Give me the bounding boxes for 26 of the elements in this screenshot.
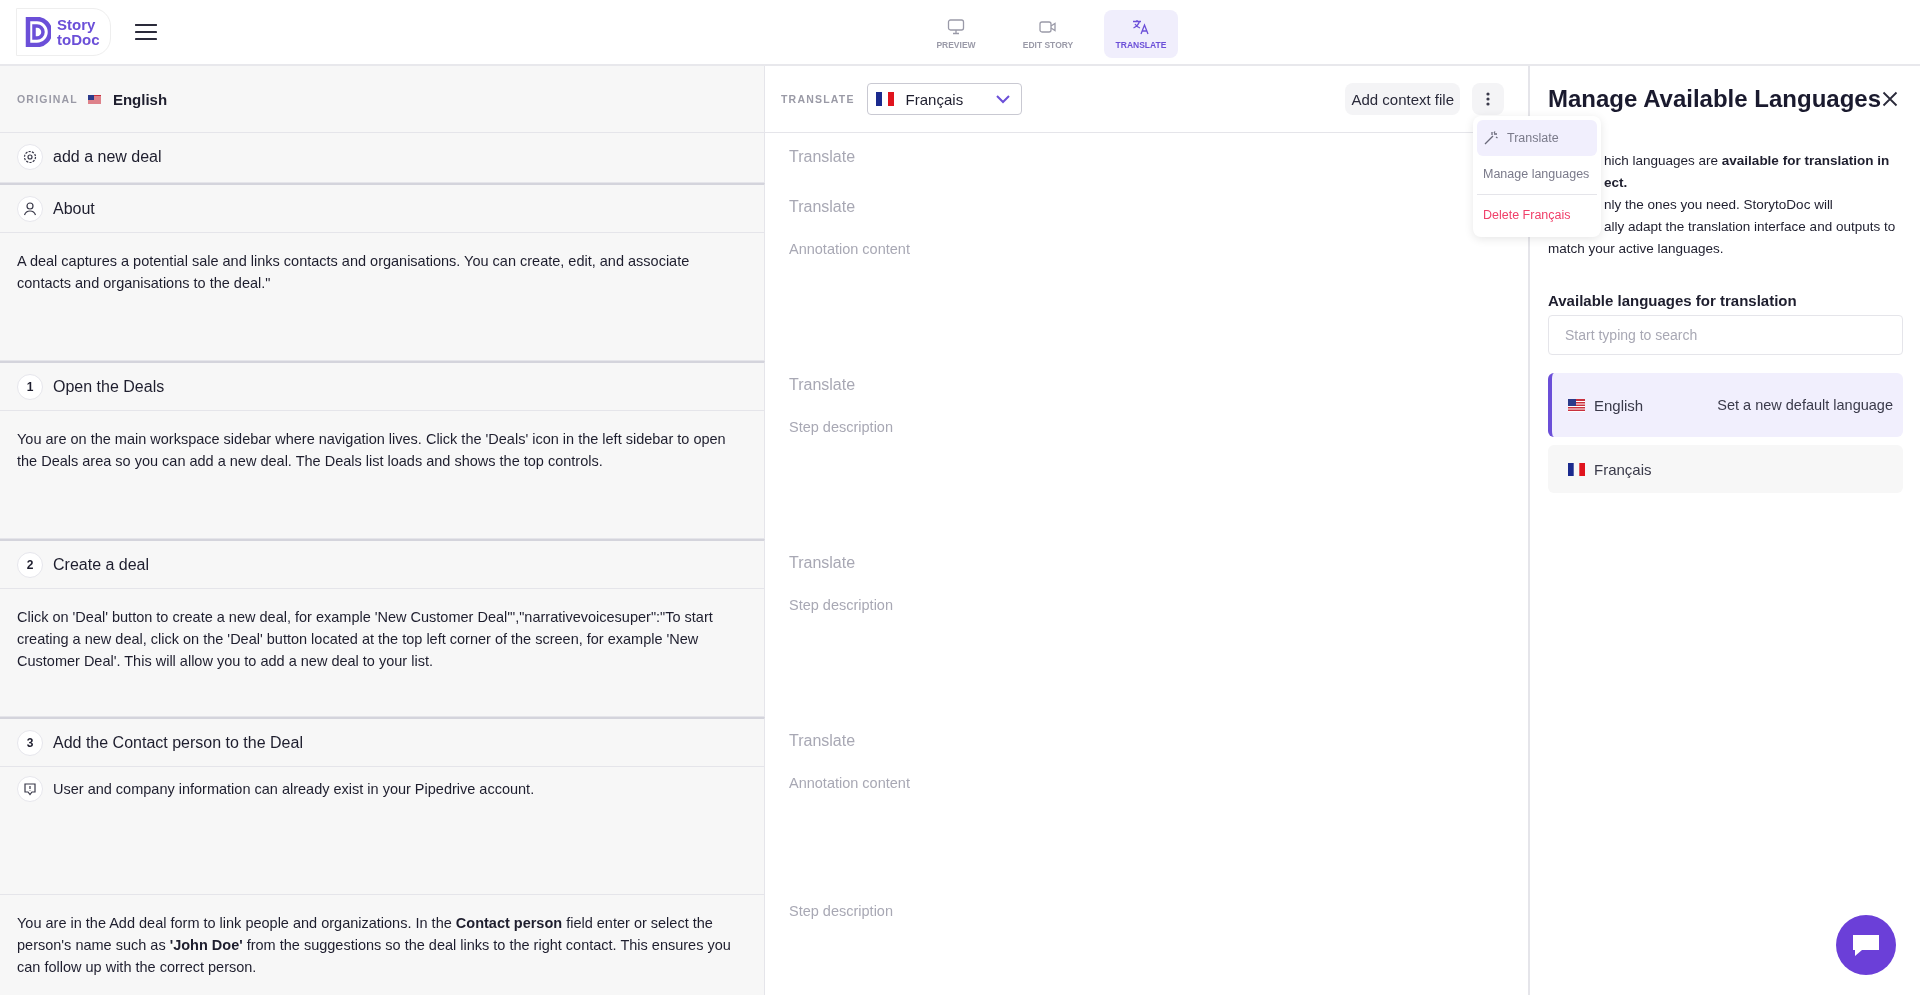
step-text: Click on 'Deal' button to create a new deal, for example 'New Customer Deal'","narrativevoicesuper":"To start creating a new deal, click on the 'Deal' button located at the top left corner of the screen, for example 'New Customer Deal'. This will allow you to add a new deal to your list. [17, 608, 714, 671]
row-title: add a new deal [53, 147, 162, 167]
column-label: TRANSLATE [781, 93, 855, 105]
intro-text: ect. [1604, 174, 1628, 192]
section-label: Available languages for translation [1548, 292, 1798, 309]
step-number: 2 [17, 552, 43, 578]
row-title: About [53, 199, 95, 219]
intro-text: match your active languages. [1548, 240, 1724, 258]
language-name: English [112, 90, 168, 108]
row-title: Open the Deals [53, 377, 165, 397]
step-text: You are in the Add deal form to link people and organizations. In the Contact person field enter or select the person's name such as 'John Doe' from the suggestions so the deal links to the right contact. This ensures you can follow up with the correct person. [17, 914, 732, 977]
logo-text: Story toDoc [57, 17, 100, 47]
language-name: Français [1594, 460, 1652, 478]
step-text: A deal captures a potential sale and links contacts and organisations. You can create, edit, and associate contacts and organisations to the deal." [17, 252, 691, 293]
language-name: English [1594, 396, 1644, 414]
intro-text: nly the ones you need. StorytoDoc will [1604, 196, 1833, 214]
intro-text: hich languages are available for translation in [1604, 152, 1890, 170]
row-title: Add the Contact person to the Deal [53, 733, 303, 753]
step-text: You are on the main workspace sidebar where navigation lives. Click the 'Deals' icon in the left sidebar to open the Deals area so you can add a new deal. The Deals list loads and shows the top controls. [17, 430, 727, 471]
intro-text: ally adapt the translation interface and outputs to [1604, 218, 1896, 236]
column-label: ORIGINAL [17, 93, 78, 105]
panel-title: Manage Available Languages [1548, 85, 1881, 113]
step-number: 3 [17, 730, 43, 756]
annotation-text: User and company information can already exist in your Pipedrive account. [53, 780, 535, 799]
step-number: 1 [17, 374, 43, 400]
row-title: Create a deal [53, 555, 150, 575]
